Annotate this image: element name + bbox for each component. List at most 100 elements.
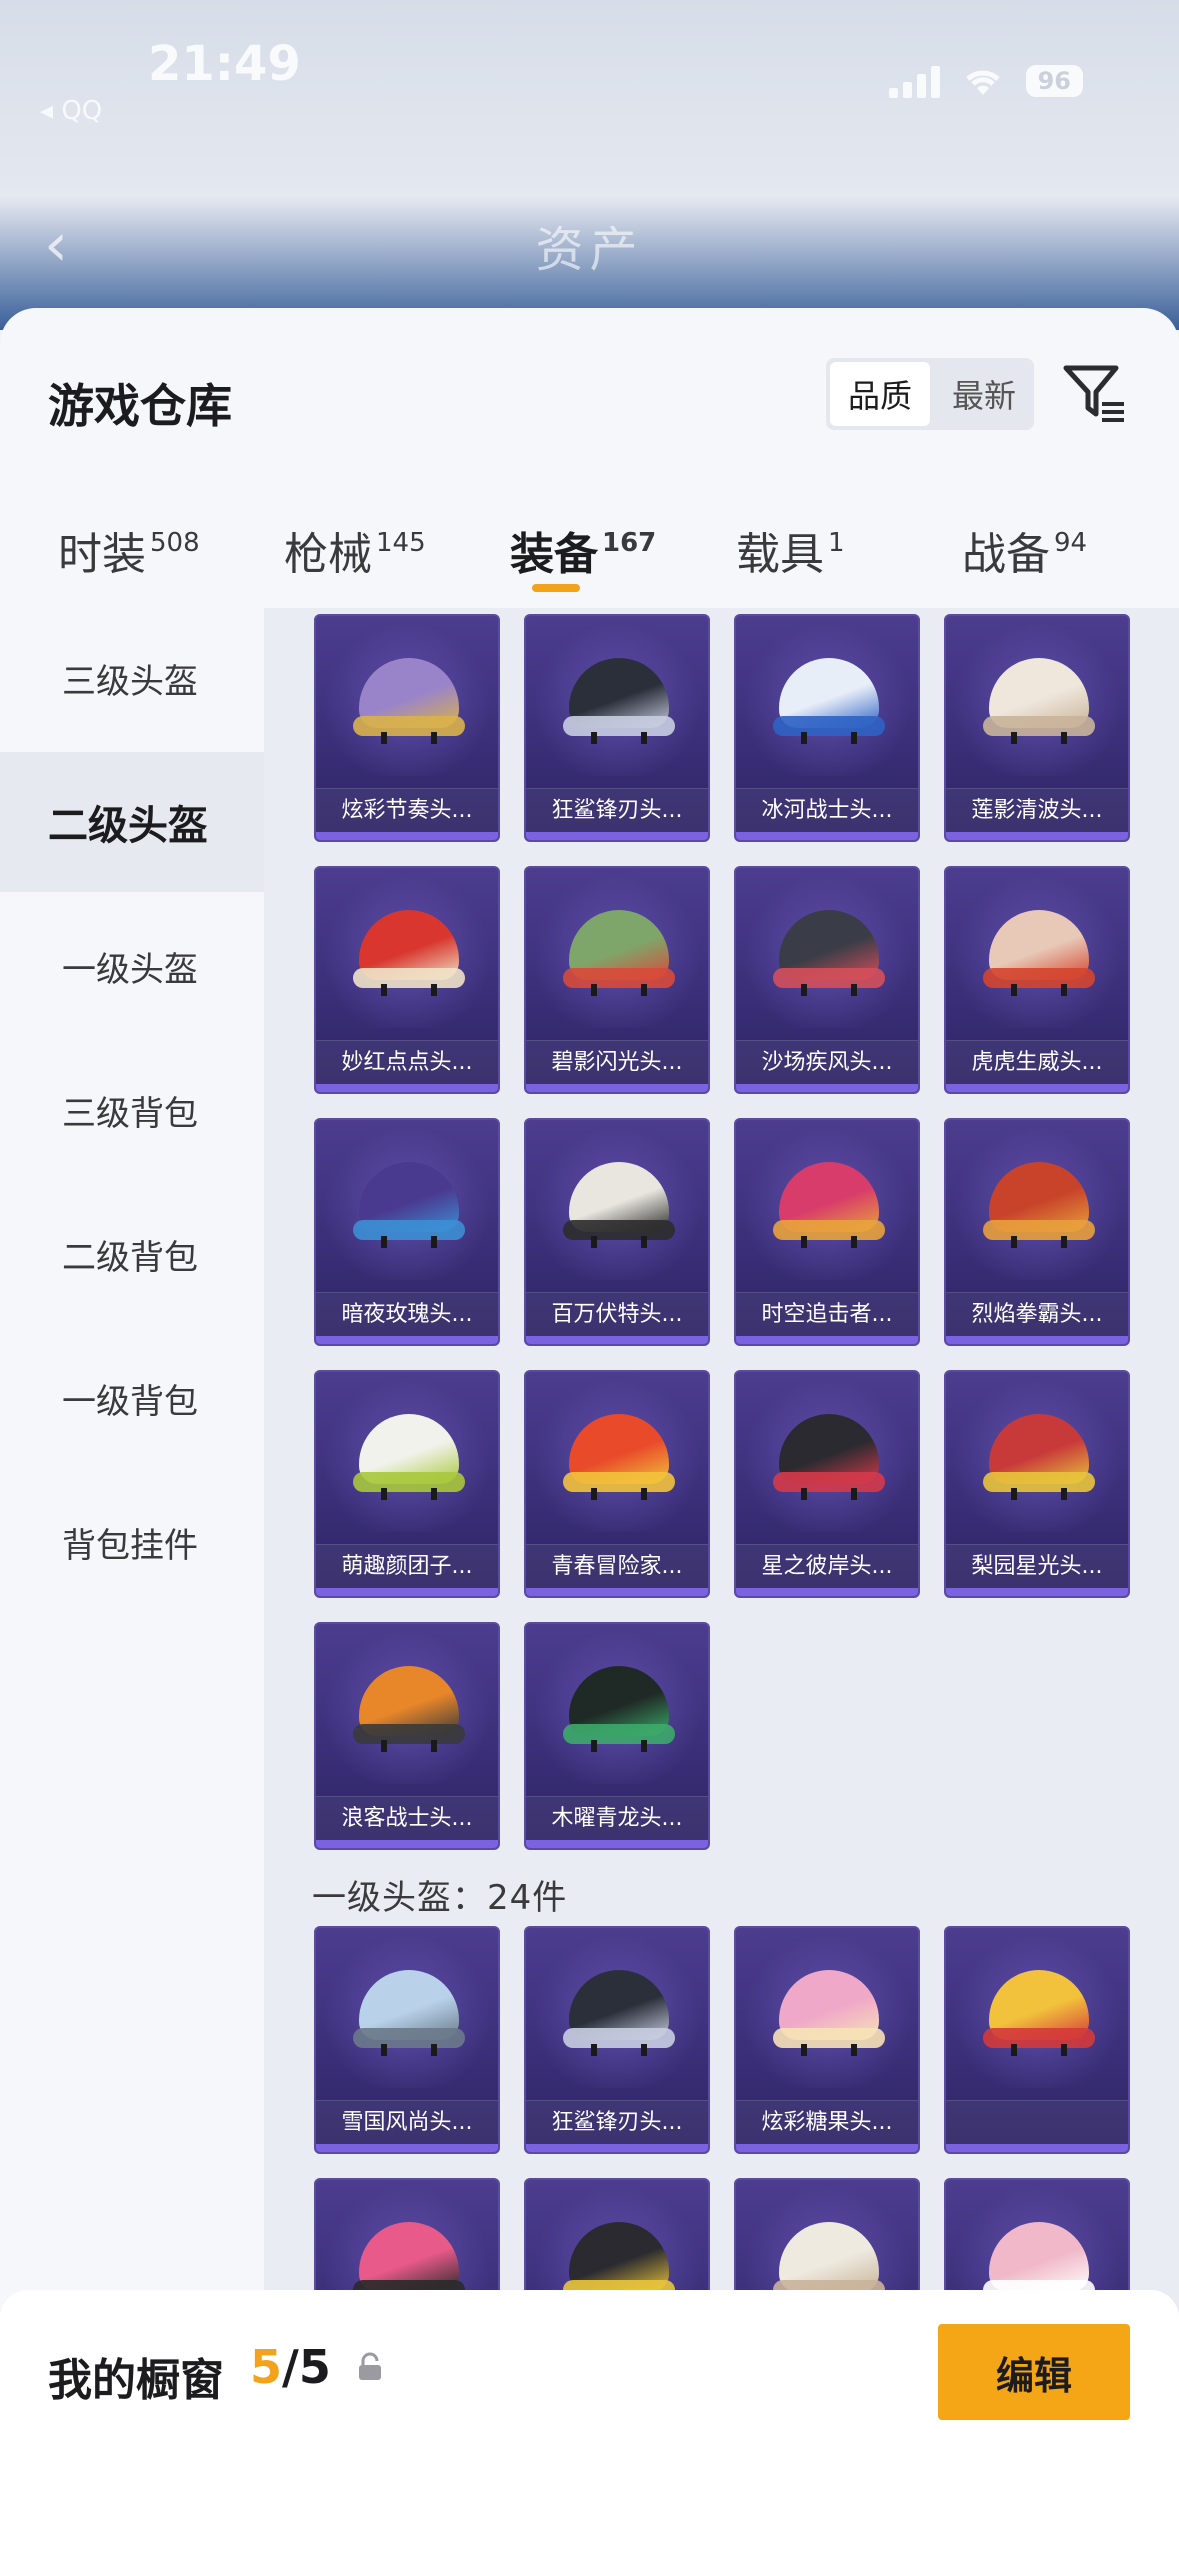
rarity-bar [316,1084,498,1092]
helmet-icon [353,1666,465,1752]
helmet-icon [983,658,1095,744]
sidebar-item-level2-helmet[interactable]: 二级头盔 [0,752,264,892]
item-name: 炫彩节奏头... [316,788,498,832]
rarity-bar [526,1588,708,1596]
item-card[interactable]: 莲影清波头... [944,614,1130,842]
sidebar-item-level3-backpack[interactable]: 三级背包 [0,1040,264,1180]
rarity-bar [316,1336,498,1344]
rarity-bar [526,1084,708,1092]
item-card[interactable]: 星之彼岸头... [734,1370,920,1598]
item-name: 虎虎生威头... [946,1040,1128,1084]
item-card[interactable]: 炫彩节奏头... [314,614,500,842]
item-name: 莲影清波头... [946,788,1128,832]
item-name: 碧影闪光头... [526,1040,708,1084]
rarity-bar [946,832,1128,840]
sidebar-item-level2-backpack[interactable]: 二级背包 [0,1184,264,1324]
showcase-label: 我的橱窗 [48,2355,224,2406]
helmet-icon [563,1970,675,2056]
tab-count: 167 [602,528,657,558]
sort-option-newest[interactable]: 最新 [934,358,1034,430]
rarity-bar [946,1084,1128,1092]
rarity-bar [946,1336,1128,1344]
item-card[interactable]: 狂鲨锋刃头... [524,614,710,842]
item-name: 浪客战士头... [316,1796,498,1840]
helmet-icon [773,658,885,744]
item-card[interactable]: 沙场疾风头... [734,866,920,1094]
edit-button[interactable]: 编辑 [938,2324,1130,2420]
battery-indicator: 96 [1025,65,1083,97]
filter-icon[interactable] [1060,358,1130,428]
item-card[interactable] [944,1926,1130,2154]
helmet-icon [563,910,675,996]
item-name [946,2100,1128,2144]
item-name: 暗夜玫瑰头... [316,1292,498,1336]
item-name: 时空追击者... [736,1292,918,1336]
helmet-icon [983,1414,1095,1500]
showcase-count: 5/5 [250,2340,331,2394]
item-card[interactable]: 时空追击者... [734,1118,920,1346]
rarity-bar [526,1336,708,1344]
item-card[interactable]: 烈焰拳霸头... [944,1118,1130,1346]
item-card[interactable]: 妙红点点头... [314,866,500,1094]
item-card[interactable]: 梨园星光头... [944,1370,1130,1598]
helmet-icon [353,1414,465,1500]
tab-equipment[interactable]: 装备 167 [510,518,656,582]
rarity-bar [316,1840,498,1848]
item-name: 雪国风尚头... [316,2100,498,2144]
sidebar-item-level1-backpack[interactable]: 一级背包 [0,1328,264,1468]
tab-vehicles[interactable]: 载具 1 [736,518,845,582]
item-card[interactable]: 百万伏特头... [524,1118,710,1346]
page-title: 游戏仓库 [48,379,232,433]
back-to-app-link[interactable]: ◂ QQ [40,96,102,126]
sort-segmented-control: 品质 最新 [826,358,1034,430]
status-time: 21:49 [148,36,301,92]
subcategory-sidebar: 三级头盔 二级头盔 一级头盔 三级背包 二级背包 一级背包 背包挂件 [0,608,264,2556]
tab-fashion[interactable]: 时装 508 [58,518,200,582]
tab-count: 145 [376,528,426,558]
sidebar-item-level1-helmet[interactable]: 一级头盔 [0,896,264,1036]
item-card[interactable]: 雪国风尚头... [314,1926,500,2154]
item-card[interactable]: 浪客战士头... [314,1622,500,1850]
rarity-bar [316,2144,498,2152]
helmet-icon [773,1162,885,1248]
tab-battle-gear[interactable]: 战备 94 [962,518,1087,582]
item-grid-area: 炫彩节奏头... 狂鲨锋刃头... 冰河战士头... 莲影清波头... 妙红点点头...… [264,608,1179,2556]
wifi-icon [965,70,1000,95]
rarity-bar [736,1084,918,1092]
rarity-bar [526,1840,708,1848]
item-card[interactable]: 木曜青龙头... [524,1622,710,1850]
item-card[interactable]: 虎虎生威头... [944,866,1130,1094]
helmet-icon [353,910,465,996]
rarity-bar [526,2144,708,2152]
item-name: 炫彩糖果头... [736,2100,918,2144]
helmet-icon [983,1970,1095,2056]
showcase-bar: 我的橱窗 5/5 编辑 [0,2290,1179,2556]
helmet-icon [983,910,1095,996]
sidebar-item-level3-helmet[interactable]: 三级头盔 [0,608,264,748]
rarity-bar [736,1336,918,1344]
item-name: 萌趣颜团子... [316,1544,498,1588]
cellular-signal-icon [888,64,940,98]
item-card[interactable]: 青春冒险家... [524,1370,710,1598]
item-card[interactable]: 冰河战士头... [734,614,920,842]
sidebar-item-backpack-pendant[interactable]: 背包挂件 [0,1472,264,1612]
helmet-icon [563,1162,675,1248]
tab-count: 1 [828,528,845,558]
tab-count: 508 [150,528,200,558]
item-card[interactable]: 暗夜玫瑰头... [314,1118,500,1346]
rarity-bar [736,1588,918,1596]
item-name: 狂鲨锋刃头... [526,788,708,832]
item-card[interactable]: 碧影闪光头... [524,866,710,1094]
item-name: 百万伏特头... [526,1292,708,1336]
rarity-bar [526,832,708,840]
sort-option-quality[interactable]: 品质 [830,362,930,426]
nav-title: 资产 [535,222,644,278]
item-name: 青春冒险家... [526,1544,708,1588]
lock-icon [359,2352,381,2380]
item-card[interactable]: 炫彩糖果头... [734,1926,920,2154]
item-card[interactable]: 萌趣颜团子... [314,1370,500,1598]
item-card[interactable]: 狂鲨锋刃头... [524,1926,710,2154]
rarity-bar [316,832,498,840]
category-tabs: 时装 508 枪械 145 装备 167 载具 1 战备 94 [0,498,1179,608]
tab-firearms[interactable]: 枪械 145 [284,518,426,582]
